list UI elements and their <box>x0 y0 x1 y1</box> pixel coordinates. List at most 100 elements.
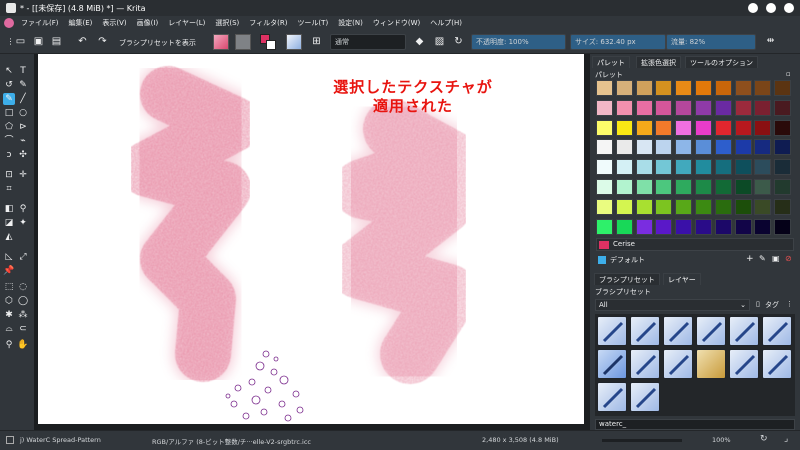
palette-swatch[interactable] <box>714 119 732 136</box>
palette-swatch[interactable] <box>695 80 712 96</box>
brush-preset-item[interactable] <box>663 349 693 379</box>
palette-swatch[interactable] <box>615 218 633 235</box>
gradient-selector-button[interactable] <box>213 34 229 50</box>
preserve-alpha-icon[interactable]: ▨ <box>433 35 446 48</box>
bezier-tool-icon[interactable]: ⌒ <box>3 135 15 147</box>
palette-swatch[interactable] <box>675 139 693 156</box>
palette-swatch[interactable] <box>714 80 732 96</box>
palette-swatch[interactable] <box>615 119 633 136</box>
gradient-tool-icon[interactable]: ◧ <box>3 203 15 215</box>
tag-icon[interactable]: ▯ <box>756 300 760 308</box>
brush-preset-item[interactable] <box>729 316 759 346</box>
dynamic-brush-tool-icon[interactable]: ↄ <box>3 149 15 161</box>
palette-swatch[interactable] <box>754 139 772 156</box>
tab-brush-presets[interactable]: ブラシプリセット <box>594 273 660 285</box>
palette-swatch[interactable] <box>615 179 633 195</box>
palette-swatch[interactable] <box>596 119 613 136</box>
palette-swatch[interactable] <box>774 218 792 235</box>
palette-swatch[interactable] <box>675 179 693 195</box>
magnetic-select-tool-icon[interactable]: ⊂ <box>17 323 29 335</box>
menu-help[interactable]: ヘルプ(H) <box>425 18 467 28</box>
palette-swatch[interactable] <box>734 80 752 96</box>
preset-tag-button[interactable]: タグ <box>765 300 779 310</box>
polyline-tool-icon[interactable]: ⊳ <box>17 121 29 133</box>
brush-preset-item[interactable] <box>630 382 660 412</box>
zoom-tool-icon[interactable]: ⚲ <box>3 339 15 351</box>
palette-docker-close-icon[interactable]: ▫ <box>786 70 791 78</box>
blend-mode-select[interactable]: 通常 <box>330 34 406 50</box>
background-color-swatch[interactable] <box>266 40 276 50</box>
palette-folder-icon[interactable]: ▣ <box>772 254 780 263</box>
status-zoom[interactable]: 100% <box>712 436 731 444</box>
palette-swatch[interactable] <box>695 159 712 176</box>
brush-preset-item[interactable] <box>696 316 726 346</box>
pattern-selector-button[interactable] <box>235 34 251 50</box>
palette-swatch[interactable] <box>734 99 752 116</box>
tab-tool-options[interactable]: ツールのオプション <box>685 56 758 68</box>
palette-swatch[interactable] <box>754 80 772 96</box>
palette-swatch[interactable] <box>754 198 772 215</box>
ruler-tool-icon[interactable]: ⤢ <box>17 251 29 263</box>
palette-swatch[interactable] <box>734 139 752 156</box>
tab-layers[interactable]: レイヤー <box>663 273 701 285</box>
workspace-chooser-icon[interactable]: ⊞ <box>310 35 323 48</box>
brush-preset-item[interactable] <box>597 382 627 412</box>
palette-swatch[interactable] <box>754 99 772 116</box>
reference-tool-icon[interactable]: 📌 <box>3 265 15 277</box>
ellipse-select-tool-icon[interactable]: ◌ <box>17 281 29 293</box>
palette-swatch[interactable] <box>675 99 693 116</box>
palette-swatch[interactable] <box>615 80 633 96</box>
palette-swatch[interactable] <box>655 179 673 195</box>
ellipse-tool-icon[interactable]: ○ <box>17 107 29 119</box>
palette-set-name[interactable]: デフォルト <box>610 255 645 265</box>
menu-filter[interactable]: フィルタ(R) <box>244 18 292 28</box>
palette-swatch[interactable] <box>615 99 633 116</box>
palette-swatch[interactable] <box>754 179 772 195</box>
minimize-window-button[interactable] <box>748 3 758 13</box>
palette-swatch[interactable] <box>754 159 772 176</box>
palette-swatch[interactable] <box>615 139 633 156</box>
save-document-button[interactable]: ▤ <box>50 35 63 48</box>
palette-swatch[interactable] <box>695 218 712 235</box>
palette-swatch[interactable] <box>774 119 792 136</box>
palette-swatch[interactable] <box>714 218 732 235</box>
polygon-tool-icon[interactable]: ⬠ <box>3 121 15 133</box>
palette-swatch[interactable] <box>596 99 613 116</box>
assistant-tool-icon[interactable]: ◭ <box>3 231 15 243</box>
palette-swatch[interactable] <box>596 139 613 156</box>
brush-size-slider[interactable]: サイズ: 632.40 px <box>570 34 666 50</box>
palette-swatch[interactable] <box>714 99 732 116</box>
palette-swatch[interactable] <box>655 198 673 215</box>
palette-swatch[interactable] <box>774 198 792 215</box>
palette-swatch[interactable] <box>655 80 673 96</box>
palette-swatch[interactable] <box>774 139 792 156</box>
rotation-icon[interactable]: ↻ <box>760 434 768 444</box>
crop-tool-icon[interactable]: ⌗ <box>3 183 15 195</box>
close-window-button[interactable] <box>784 3 794 13</box>
multibrush-tool-icon[interactable]: ✣ <box>17 149 29 161</box>
brush-preset-item[interactable] <box>696 349 726 379</box>
text-tool-icon[interactable]: T <box>17 65 29 77</box>
select-shapes-tool-icon[interactable]: ↖ <box>3 65 15 77</box>
palette-swatch[interactable] <box>754 218 772 235</box>
reload-preset-icon[interactable]: ↻ <box>452 35 465 48</box>
redo-button[interactable]: ↷ <box>96 35 109 48</box>
opacity-slider[interactable]: 不透明度: 100% <box>471 34 566 50</box>
palette-swatch[interactable] <box>596 179 613 195</box>
menu-file[interactable]: ファイル(F) <box>16 18 64 28</box>
palette-swatch[interactable] <box>655 139 673 156</box>
menu-edit[interactable]: 編集(E) <box>64 18 98 28</box>
palette-swatch[interactable] <box>714 198 732 215</box>
menu-select[interactable]: 選択(S) <box>210 18 244 28</box>
tab-advanced-color-selector[interactable]: 拡張色選択 <box>636 56 681 68</box>
palette-swatch[interactable] <box>734 198 752 215</box>
bezier-select-tool-icon[interactable]: ⌓ <box>3 323 15 335</box>
zoom-slider[interactable] <box>602 439 682 442</box>
palette-swatch[interactable] <box>734 179 752 195</box>
menu-settings[interactable]: 設定(N) <box>333 18 368 28</box>
similar-select-tool-icon[interactable]: ⁂ <box>17 309 29 321</box>
palette-swatch[interactable] <box>714 159 732 176</box>
palette-swatch[interactable] <box>596 159 613 176</box>
palette-swatch[interactable] <box>635 159 653 176</box>
brush-preset-item[interactable] <box>630 349 660 379</box>
